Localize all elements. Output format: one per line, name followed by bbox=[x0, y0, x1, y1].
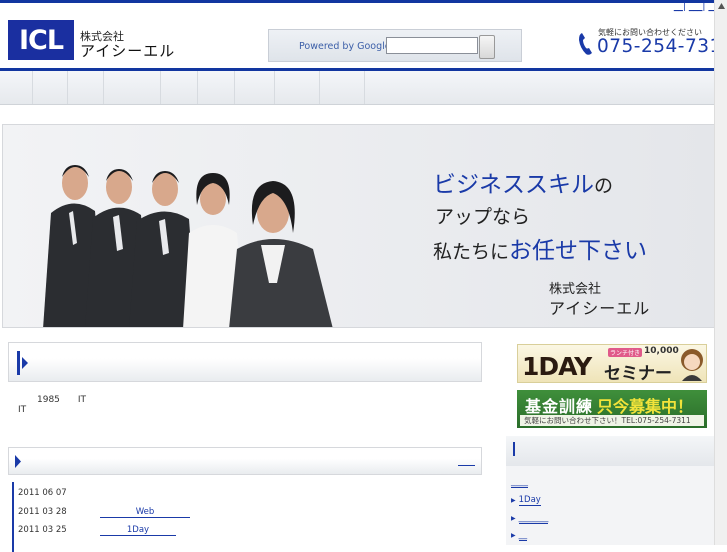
nav-separator bbox=[274, 71, 275, 104]
news-list-marker bbox=[12, 482, 14, 552]
sidebar-link[interactable]: ▶ 1Day bbox=[511, 495, 541, 506]
banner-fund-training-text: 基金訓練 bbox=[525, 397, 594, 416]
banner-contact-text: 気軽にお問い合わせ下さい！TEL:075-254-7311 bbox=[520, 415, 704, 426]
sidebar-link-label: ____ bbox=[511, 477, 528, 488]
news-more-link[interactable] bbox=[458, 457, 475, 466]
hero-headline-1-main: ビジネススキル bbox=[433, 172, 594, 198]
nav-separator bbox=[160, 71, 161, 104]
scroll-up-icon[interactable] bbox=[717, 2, 726, 11]
triangle-right-icon: ▶ bbox=[511, 497, 516, 504]
sidebar-link-label: __ bbox=[518, 530, 528, 541]
top-link-2[interactable]: ___ bbox=[689, 2, 703, 12]
hero-headline-3-em: お任せ下さい bbox=[509, 238, 648, 264]
news-heading-bar bbox=[8, 447, 482, 475]
sidebar-link[interactable]: ▶ _______ bbox=[511, 513, 549, 524]
hero-headline-1-suffix: の bbox=[594, 175, 614, 197]
banner-price: 10,000 bbox=[644, 346, 679, 356]
nav-separator bbox=[364, 71, 365, 104]
tel-number: 075-254-7311 bbox=[597, 36, 727, 57]
arrow-right-icon bbox=[22, 357, 28, 369]
phone-icon bbox=[579, 33, 592, 55]
nav-separator bbox=[319, 71, 320, 104]
company-name: アイシーエル bbox=[80, 42, 176, 60]
about-heading-bar bbox=[8, 342, 482, 382]
banner-seminar-text: セミナー bbox=[604, 364, 672, 383]
search-button[interactable] bbox=[479, 35, 495, 59]
news-date: 2011 03 25 bbox=[18, 525, 67, 535]
vertical-scrollbar[interactable] bbox=[714, 0, 727, 545]
sidebar-link[interactable]: ▶ __ bbox=[511, 530, 528, 541]
search-input[interactable] bbox=[386, 37, 478, 54]
hero-headline-1: ビジネススキルの bbox=[433, 165, 613, 199]
mascot-icon bbox=[681, 349, 703, 381]
hero-headline-3: 私たちにお任せ下さい bbox=[433, 231, 647, 265]
sidebar-heading-marker bbox=[513, 442, 515, 456]
nav-separator bbox=[234, 71, 235, 104]
logo[interactable]: ICL bbox=[8, 20, 74, 60]
nav-separator bbox=[197, 71, 198, 104]
news-date: 2011 03 28 bbox=[18, 507, 67, 517]
news-link[interactable]: Web bbox=[100, 507, 190, 518]
about-text-line-2: IT bbox=[18, 405, 27, 415]
sidebar-heading bbox=[506, 436, 714, 466]
hero-headline-2: アップなら bbox=[435, 206, 531, 228]
banner-lunch-tag: ランチ付き bbox=[608, 348, 643, 357]
news-link[interactable]: 1Day bbox=[100, 525, 176, 536]
triangle-right-icon: ▶ bbox=[511, 532, 516, 539]
top-border bbox=[0, 0, 727, 3]
sidebar-link[interactable]: ____ bbox=[511, 477, 528, 488]
google-search-box: Powered by Google bbox=[268, 29, 522, 62]
hero-banner: ビジネススキルの アップなら 私たちにお任せ下さい 株式会社 アイシーエル bbox=[2, 124, 725, 328]
one-day-seminar-banner[interactable]: 1DAY セミナー ランチ付き 10,000 bbox=[517, 344, 707, 383]
fund-training-banner[interactable]: 基金訓練 只今募集中！ 気軽にお問い合わせ下さい！TEL:075-254-731… bbox=[517, 390, 707, 428]
heading-marker bbox=[17, 351, 20, 375]
powered-by-google-label: Powered by Google bbox=[299, 41, 391, 52]
triangle-right-icon: ▶ bbox=[511, 515, 516, 522]
hero-company-name: アイシーエル bbox=[549, 299, 651, 318]
sidebar-link-label: 1Day bbox=[518, 495, 541, 506]
top-link-1[interactable]: __ bbox=[674, 2, 683, 12]
hero-people-image bbox=[43, 165, 333, 327]
nav-separator bbox=[103, 71, 104, 104]
banner-1day-text: 1DAY bbox=[522, 352, 592, 381]
banner-recruiting-text: 只今募集中！ bbox=[597, 397, 694, 416]
sidebar-link-label: _______ bbox=[518, 513, 549, 524]
about-text-line-1: 1985 IT bbox=[37, 395, 87, 405]
arrow-right-icon bbox=[15, 455, 21, 468]
news-date: 2011 06 07 bbox=[18, 488, 67, 498]
nav-separator bbox=[67, 71, 68, 104]
nav-separator bbox=[32, 71, 33, 104]
nav-bar bbox=[0, 71, 727, 105]
hero-headline-3-prefix: 私たちに bbox=[433, 241, 510, 263]
